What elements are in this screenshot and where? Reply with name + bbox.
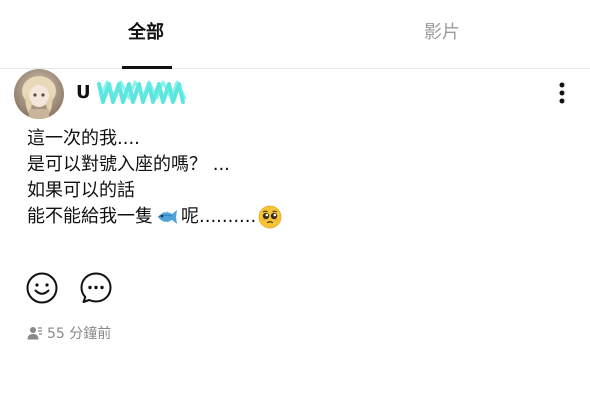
comment-bubble-icon (80, 272, 112, 303)
post-meta: 55 分鐘前 (27, 322, 111, 344)
post-author[interactable]: U (76, 78, 193, 108)
post-line: 是可以對號入座的嗎？ ... (27, 154, 230, 175)
comment-button[interactable] (79, 271, 113, 305)
more-vertical-icon (559, 82, 565, 104)
smile-icon (26, 272, 58, 304)
avatar[interactable] (14, 69, 64, 119)
fish-icon (157, 210, 177, 224)
react-button[interactable] (25, 271, 59, 305)
post-line: 如果可以的話 (27, 180, 135, 201)
active-tab-indicator (122, 66, 172, 69)
post-line: 能不能給我一隻 呢.......... (27, 204, 547, 230)
tab-bar: 全部 影片 (0, 0, 590, 69)
tab-all[interactable]: 全部 (110, 18, 182, 48)
post-line-text: 能不能給我一隻 (27, 206, 153, 227)
tab-video[interactable]: 影片 (406, 18, 478, 48)
more-options-button[interactable] (550, 78, 574, 108)
audience-icon (27, 327, 42, 340)
avatar-image (14, 69, 64, 119)
post-timestamp: 55 分鐘前 (47, 326, 112, 342)
post-text: 這一次的我.... 是可以對號入座的嗎？ ... 如果可以的話 能不能給我一隻 … (27, 126, 547, 230)
post-line: 這一次的我.... (27, 128, 140, 149)
pleading-face-icon (258, 205, 282, 229)
username-initial: U (76, 82, 91, 103)
post-line-text: 呢.......... (181, 206, 257, 227)
redacted-name-scribble (96, 80, 187, 104)
